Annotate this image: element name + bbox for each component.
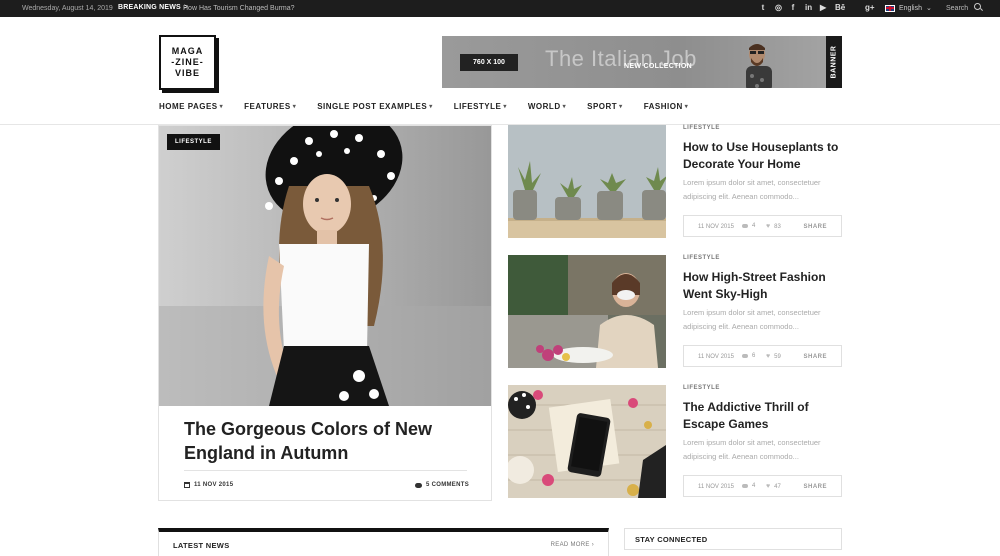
search-icon[interactable] xyxy=(974,3,981,10)
comment-icon xyxy=(742,354,748,358)
banner-model-image xyxy=(746,44,772,88)
post-category[interactable]: LIFESTYLE xyxy=(683,255,720,261)
logo-line: VIBE xyxy=(174,68,200,78)
chevron-down-icon: ▾ xyxy=(429,104,433,110)
post-card: LIFESTYLE How to Use Houseplants to Deco… xyxy=(508,125,843,239)
nav-item-fashion[interactable]: FASHION ▾ xyxy=(644,102,689,111)
post-date: 11 NOV 2015 xyxy=(698,354,734,360)
post-excerpt: Lorem ipsum dolor sit amet, consectetuer… xyxy=(683,178,821,201)
calendar-icon xyxy=(184,482,190,488)
logo-line: -ZINE- xyxy=(171,57,204,67)
youtube-icon[interactable]: ▶ xyxy=(820,3,826,12)
top-bar: Wednesday, August 14, 2019 BREAKING NEWS… xyxy=(0,0,1000,17)
ad-banner[interactable]: 760 X 100 The Italian Job NEW COLLECTION… xyxy=(442,36,842,88)
featured-post-image[interactable] xyxy=(159,126,491,406)
heart-icon: ♥ xyxy=(766,223,771,230)
chevron-right-icon: › xyxy=(591,542,594,548)
heart-icon: ♥ xyxy=(766,483,771,490)
nav-divider xyxy=(0,124,1000,125)
breaking-news-label: BREAKING NEWS > xyxy=(118,4,189,11)
apple-icon[interactable] xyxy=(850,3,856,12)
twitter-icon[interactable]: t xyxy=(760,3,766,12)
post-image-houseplants[interactable] xyxy=(508,125,666,238)
post-likes[interactable]: ♥ 83 xyxy=(766,223,781,230)
instagram-icon[interactable]: ◎ xyxy=(775,3,782,12)
comment-icon xyxy=(415,482,422,488)
banner-subtitle: NEW COLLECTION xyxy=(624,63,692,70)
post-comments[interactable]: 6 xyxy=(742,353,755,359)
latest-news-section: LATEST NEWS READ MORE › xyxy=(158,528,609,556)
post-card: LIFESTYLE How High-Street Fashion Went S… xyxy=(508,255,843,369)
main-nav: HOME PAGES ▾ FEATURES ▾ SINGLE POST EXAMPL… xyxy=(159,102,709,111)
featured-post-title[interactable]: The Gorgeous Colors of New England in Au… xyxy=(184,417,474,465)
chevron-down-icon: ▾ xyxy=(503,104,507,110)
post-card: LIFESTYLE The Addictive Thrill of Escape… xyxy=(508,385,843,499)
section-title: STAY CONNECTED xyxy=(635,535,708,544)
linkedin-icon[interactable]: in xyxy=(805,3,812,12)
stay-connected-section: STAY CONNECTED xyxy=(624,528,842,550)
post-title[interactable]: How to Use Houseplants to Decorate Your … xyxy=(683,139,843,173)
nav-item-sport[interactable]: SPORT ▾ xyxy=(587,102,623,111)
section-title: LATEST NEWS xyxy=(173,541,230,550)
featured-post[interactable]: LIFESTYLE The Gorgeous Colors of New Eng… xyxy=(158,125,492,501)
nav-item-features[interactable]: FEATURES ▾ xyxy=(244,102,296,111)
post-meta: 11 NOV 2015 4 ♥ 47 SHARE xyxy=(683,475,842,497)
chevron-down-icon: ▾ xyxy=(619,104,623,110)
post-date: 11 NOV 2015 xyxy=(698,484,734,490)
heart-icon: ♥ xyxy=(766,353,771,360)
nav-item-home-pages[interactable]: HOME PAGES ▾ xyxy=(159,102,223,111)
share-button[interactable]: SHARE xyxy=(803,354,827,360)
post-date: 11 NOV 2015 xyxy=(184,482,233,488)
post-category[interactable]: LIFESTYLE xyxy=(683,125,720,131)
breaking-news-link[interactable]: How Has Tourism Changed Burma? xyxy=(183,5,295,12)
nav-item-lifestyle[interactable]: LIFESTYLE ▾ xyxy=(454,102,507,111)
post-meta: 11 NOV 2015 4 ♥ 83 SHARE xyxy=(683,215,842,237)
site-logo[interactable]: MAGA -ZINE- VIBE xyxy=(159,35,216,90)
category-badge[interactable]: LIFESTYLE xyxy=(167,134,220,150)
comments-link[interactable]: 5 COMMENTS xyxy=(415,482,469,488)
post-title[interactable]: The Addictive Thrill of Escape Games xyxy=(683,399,843,433)
share-button[interactable]: SHARE xyxy=(803,224,827,230)
chevron-down-icon: ▾ xyxy=(562,104,567,110)
chevron-down-icon: ▾ xyxy=(219,104,224,110)
share-button[interactable]: SHARE xyxy=(803,484,827,490)
nav-item-world[interactable]: WORLD ▾ xyxy=(528,102,566,111)
post-excerpt: Lorem ipsum dolor sit amet, consectetuer… xyxy=(683,438,821,461)
google-plus-icon[interactable]: g+ xyxy=(865,3,875,12)
search-label[interactable]: Search xyxy=(946,5,968,12)
social-links: t ◎ f in ▶ Bē g+ xyxy=(760,3,875,12)
language-label: English xyxy=(899,4,922,12)
post-likes[interactable]: ♥ 47 xyxy=(766,483,781,490)
logo-line: MAGA xyxy=(171,46,204,56)
nav-item-single-post-examples[interactable]: SINGLE POST EXAMPLES ▾ xyxy=(317,102,433,111)
post-category[interactable]: LIFESTYLE xyxy=(683,385,720,391)
current-date: Wednesday, August 14, 2019 xyxy=(22,5,113,12)
post-comments[interactable]: 4 xyxy=(742,223,755,229)
banner-tag: BANNER xyxy=(826,36,842,88)
post-image-escape-games[interactable] xyxy=(508,385,666,498)
chevron-down-icon: ▾ xyxy=(684,104,689,110)
facebook-icon[interactable]: f xyxy=(790,3,796,12)
language-selector[interactable]: English ⌄ xyxy=(885,4,932,12)
behance-icon[interactable]: Bē xyxy=(835,3,845,12)
chevron-down-icon: ⌄ xyxy=(925,5,932,12)
post-image-fashion[interactable] xyxy=(508,255,666,368)
read-more-link[interactable]: READ MORE › xyxy=(551,542,594,548)
post-date: 11 NOV 2015 xyxy=(698,224,734,230)
post-likes[interactable]: ♥ 59 xyxy=(766,353,781,360)
post-meta: 11 NOV 2015 6 ♥ 59 SHARE xyxy=(683,345,842,367)
chevron-down-icon: ▾ xyxy=(292,104,297,110)
post-title[interactable]: How High-Street Fashion Went Sky-High xyxy=(683,269,843,303)
banner-size-badge: 760 X 100 xyxy=(460,54,518,71)
post-excerpt: Lorem ipsum dolor sit amet, consectetuer… xyxy=(683,308,821,331)
comment-icon xyxy=(742,224,748,228)
divider xyxy=(184,470,467,471)
comment-icon xyxy=(742,484,748,488)
uk-flag-icon xyxy=(885,4,895,12)
post-comments[interactable]: 4 xyxy=(742,483,755,489)
